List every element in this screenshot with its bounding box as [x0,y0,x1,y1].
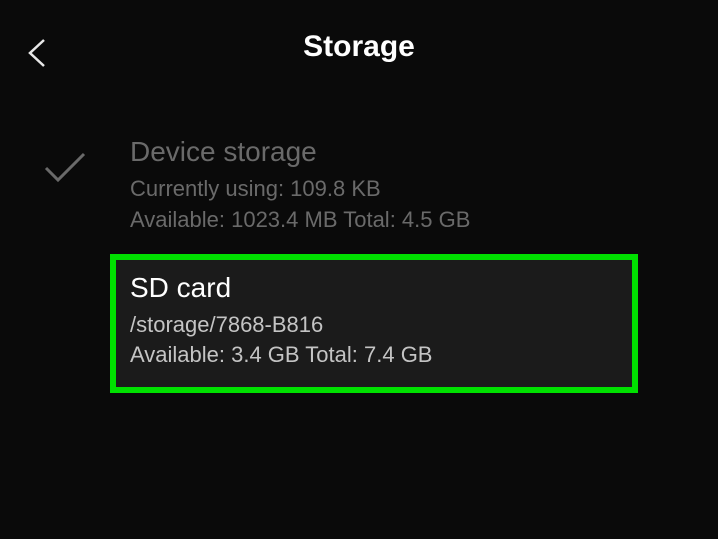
checkmark-icon [40,148,90,193]
device-storage-available: Available: 1023.4 MB Total: 4.5 GB [130,205,698,236]
storage-option-device[interactable]: Device storage Currently using: 109.8 KB… [0,124,698,248]
device-storage-title: Device storage [130,136,698,168]
header: Storage [0,0,718,104]
sdcard-available: Available: 3.4 GB Total: 7.4 GB [130,340,618,371]
device-storage-using: Currently using: 109.8 KB [130,174,698,205]
sdcard-title: SD card [130,272,618,304]
sdcard-path: /storage/7868-B816 [130,310,618,341]
storage-options: Device storage Currently using: 109.8 KB… [0,104,718,393]
back-icon[interactable] [24,36,50,75]
page-title: Storage [20,30,698,64]
storage-option-sdcard[interactable]: SD card /storage/7868-B816 Available: 3.… [110,254,638,394]
